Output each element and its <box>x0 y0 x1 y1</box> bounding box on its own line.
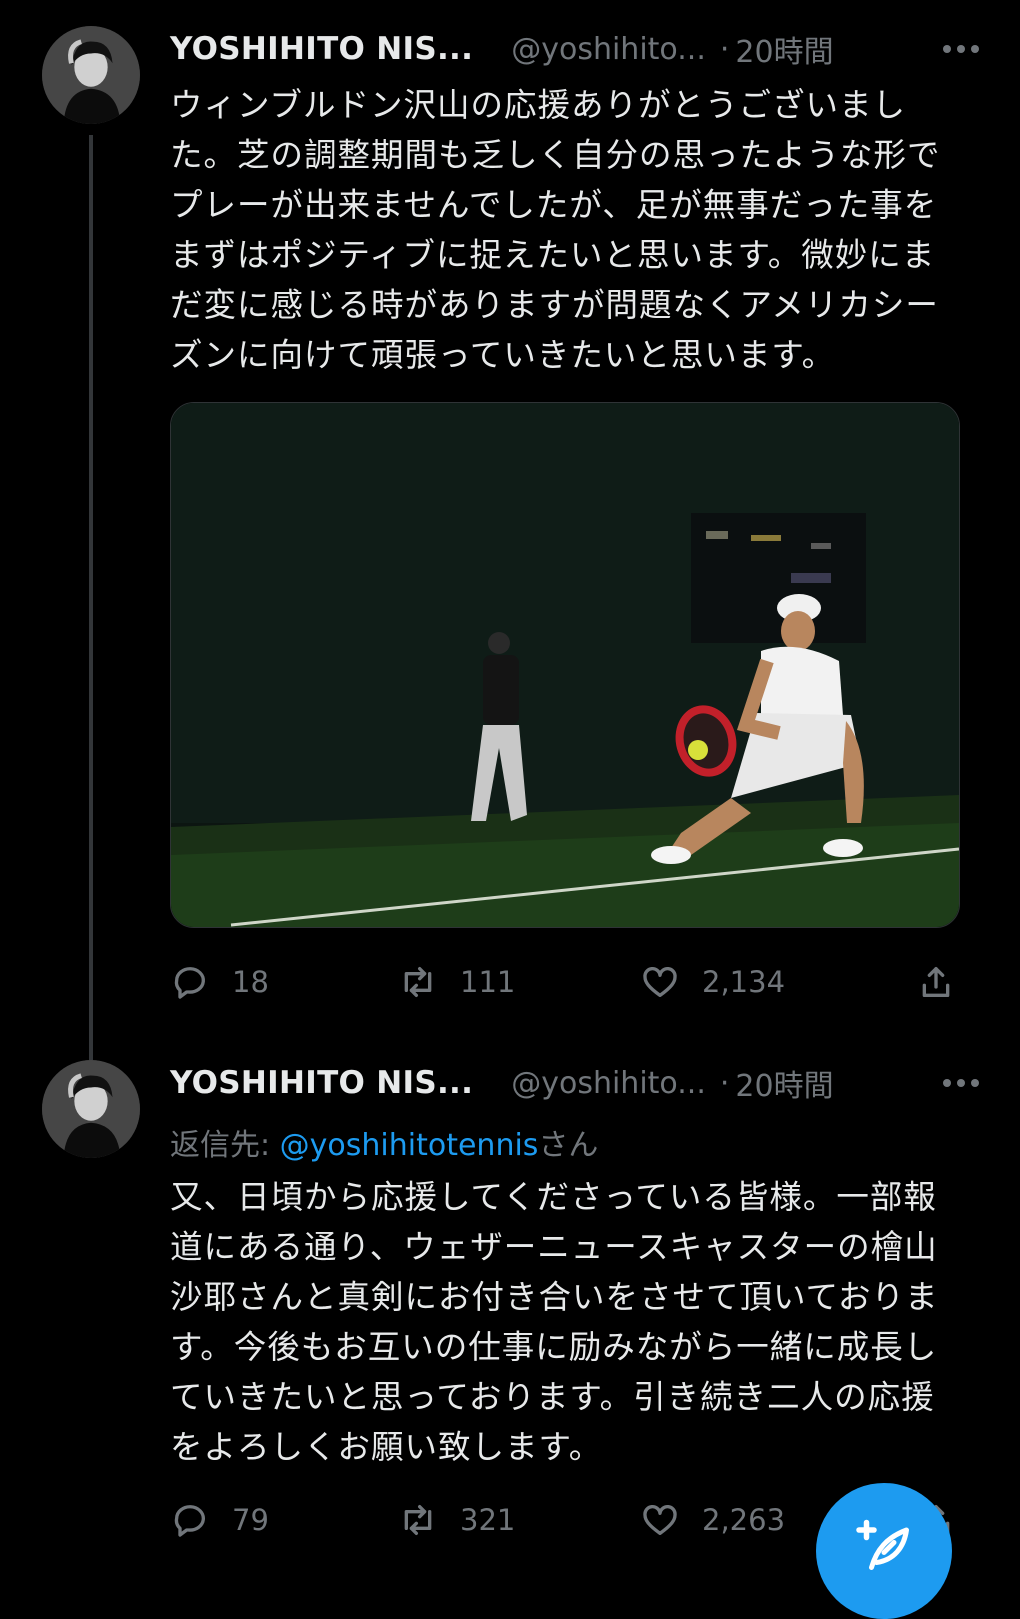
text-line: ズンに向けて頑張っていきたいと思います。 <box>170 336 836 374</box>
author-name[interactable]: YOSHIHITO NIS... <box>170 1065 473 1101</box>
speech-bubble-icon <box>174 967 205 999</box>
retweet-arrows-icon <box>404 1505 432 1535</box>
reply-suffix: さん <box>538 1128 599 1163</box>
reply-button[interactable]: 18 <box>170 960 269 1004</box>
retweet-button[interactable]: 111 <box>398 960 515 1004</box>
reply-count: 79 <box>232 1503 269 1537</box>
text-line: す。今後もお互いの仕事に励みながら一緒に成長し <box>170 1328 938 1366</box>
more-dots-icon[interactable] <box>942 27 980 71</box>
reply-count: 18 <box>232 965 269 999</box>
thread-line <box>89 135 93 1070</box>
like-count: 2,263 <box>702 1503 786 1537</box>
author-handle[interactable]: @yoshihito... <box>511 1066 706 1101</box>
text-line: まずはポジティブに捉えたいと思います。微妙にま <box>170 236 936 274</box>
text-line: た。芝の調整期間も乏しく自分の思ったような形で <box>170 136 941 174</box>
text-line: ていきたいと思っております。引き続き二人の応援 <box>170 1378 935 1416</box>
tweet-actions: 18 111 2,134 <box>170 960 960 1004</box>
retweet-count: 321 <box>460 1503 516 1537</box>
text-line: だ変に感じる時がありますが問題なくアメリカシー <box>170 286 939 324</box>
reply-mention-link[interactable]: @yoshihitotennis <box>280 1128 539 1163</box>
tweet-photo[interactable] <box>170 402 960 928</box>
compose-button[interactable] <box>816 1483 952 1619</box>
retweet-button[interactable]: 321 <box>398 1498 515 1542</box>
text-line: ウィンブルドン沢山の応援ありがとうございまし <box>170 86 907 124</box>
tennis-photo <box>171 403 959 927</box>
tweet-header: YOSHIHITO NIS... @yoshihito... · 20時間 <box>170 27 980 71</box>
heart-icon <box>643 966 677 997</box>
like-button[interactable]: 2,134 <box>640 960 785 1004</box>
more-dots-icon[interactable] <box>942 1061 980 1105</box>
separator-dot: · <box>719 31 730 67</box>
text-line: 道にある通り、ウェザーニュースキャスターの檜山 <box>170 1228 938 1266</box>
avatar[interactable] <box>42 26 140 124</box>
author-handle[interactable]: @yoshihito... <box>511 32 706 67</box>
compose-feather-icon <box>856 1519 909 1570</box>
text-line: をよろしくお願い致します。 <box>170 1428 603 1466</box>
timestamp[interactable]: 20時間 <box>735 1061 833 1105</box>
text-line: 沙耶さんと真剣にお付き合いをさせて頂いておりま <box>170 1278 939 1316</box>
like-count: 2,134 <box>702 965 786 999</box>
tweet-text: ウィンブルドン沢山の応援ありがとうございまし た。芝の調整期間も乏しく自分の思っ… <box>170 80 970 380</box>
avatar[interactable] <box>42 1060 140 1158</box>
tweet-header: YOSHIHITO NIS... @yoshihito... · 20時間 <box>170 1061 980 1105</box>
like-button[interactable]: 2,263 <box>640 1498 785 1542</box>
share-upload-icon <box>922 967 950 997</box>
retweet-arrows-icon <box>404 967 432 997</box>
reply-button[interactable]: 79 <box>170 1498 269 1542</box>
tweet-text: 又、日頃から応援してくださっている皆様。一部報 道にある通り、ウェザーニュースキ… <box>170 1172 970 1472</box>
text-line: プレーが出来ませんでしたが、足が無事だった事を <box>170 186 938 224</box>
separator-dot: · <box>719 1065 730 1101</box>
reply-prefix: 返信先: <box>170 1128 280 1163</box>
retweet-count: 111 <box>460 965 516 999</box>
heart-icon <box>643 1504 677 1535</box>
avatar-photo <box>42 26 140 124</box>
replying-to: 返信先: @yoshihitotennisさん <box>170 1120 598 1164</box>
speech-bubble-icon <box>174 1505 205 1537</box>
avatar-photo <box>42 1060 140 1158</box>
author-name[interactable]: YOSHIHITO NIS... <box>170 31 473 67</box>
text-line: 又、日頃から応援してくださっている皆様。一部報 <box>170 1178 937 1216</box>
share-button[interactable] <box>916 960 956 1004</box>
timestamp[interactable]: 20時間 <box>735 27 833 71</box>
